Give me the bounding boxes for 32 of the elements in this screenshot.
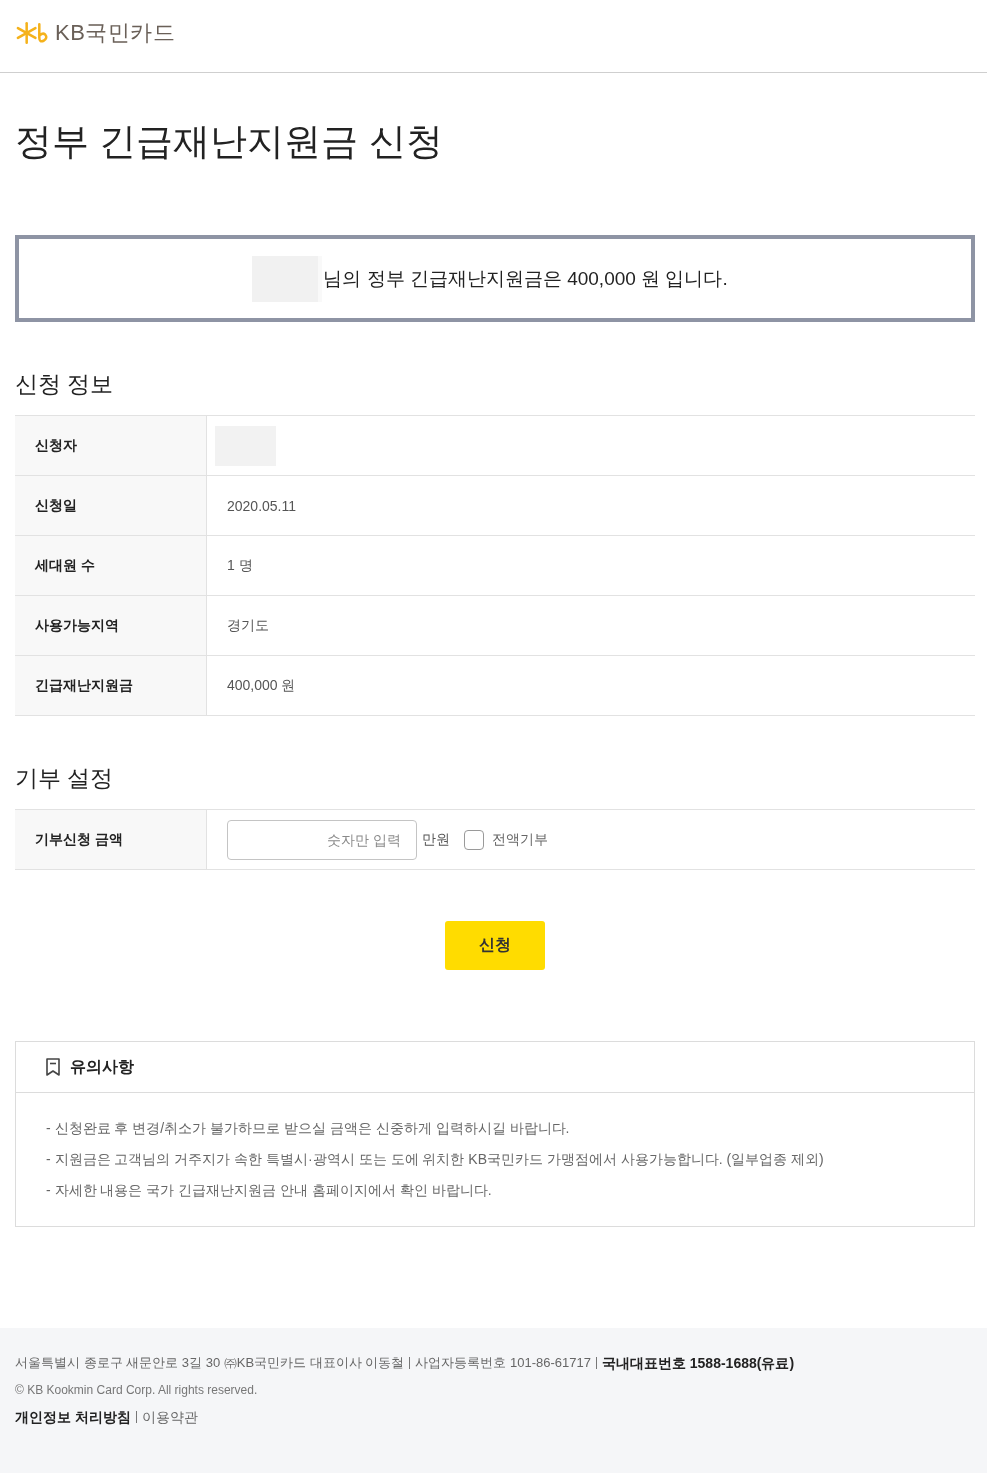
star-burst-icon[interactable] bbox=[15, 21, 50, 45]
unit-label: 만원 bbox=[422, 830, 450, 849]
row-label: 신청일 bbox=[15, 476, 207, 535]
copyright-text: © KB Kookmin Card Corp. All rights reserved. bbox=[15, 1382, 258, 1399]
section-heading: 기부 설정 bbox=[15, 764, 115, 793]
footer-link[interactable]: 이용약관 bbox=[141, 1407, 198, 1427]
row-label: 기부신청 금액 bbox=[15, 810, 207, 869]
summary-message: 님의 정부 긴급재난지원금은 400,000 원 입니다. bbox=[323, 266, 728, 291]
footer-text: 서울특별시 종로구 새문안로 3길 30 ㈜KB국민카드 대표이사 이동철 bbox=[15, 1354, 405, 1372]
row-value: 경기도 bbox=[227, 616, 269, 635]
submit-button[interactable]: 신청 bbox=[445, 921, 545, 970]
checkbox[interactable] bbox=[464, 829, 484, 850]
row-label: 사용가능지역 bbox=[15, 596, 207, 655]
footer-text: 사업자등록번호 101-86-61717 bbox=[415, 1354, 591, 1372]
notice-title: 유의사항 bbox=[70, 1056, 134, 1077]
checkbox-label[interactable]: 전액기부 bbox=[492, 830, 548, 849]
row-value: 1 명 bbox=[227, 556, 253, 575]
row-label: 세대원 수 bbox=[15, 536, 207, 595]
notice-text: - 지원금은 고객님의 거주지가 속한 특별시·광역시 또는 도에 위치한 KB국민카드 가맹점에서 사용가능합니다. (일부업종 제외) bbox=[46, 1150, 825, 1169]
page-title: 정부 긴급재난지원금 신청 bbox=[15, 120, 444, 164]
notice-text: - 자세한 내용은 국가 긴급재난지원금 안내 홈페이지에서 확인 바랍니다. bbox=[46, 1181, 493, 1200]
bookmark-icon bbox=[46, 1058, 60, 1076]
row-value: 400,000 원 bbox=[227, 676, 296, 695]
row-value: 2020.05.11 bbox=[227, 497, 297, 514]
logo-text[interactable]: KB국민카드 bbox=[55, 18, 176, 48]
section-heading: 신청 정보 bbox=[15, 370, 115, 399]
footer-link[interactable]: 개인정보 처리방침 bbox=[15, 1407, 131, 1427]
row-label: 신청자 bbox=[15, 416, 207, 475]
footer-text: 국내대표번호 1588-1688(유료) bbox=[601, 1354, 795, 1373]
amount-input[interactable]: 숫자만 입력 bbox=[227, 819, 417, 860]
row-label: 긴급재난지원금 bbox=[15, 656, 207, 715]
notice-text: - 신청완료 후 변경/취소가 불가하므로 받으실 금액은 신중하게 입력하시길 바랍니다. bbox=[46, 1119, 571, 1138]
